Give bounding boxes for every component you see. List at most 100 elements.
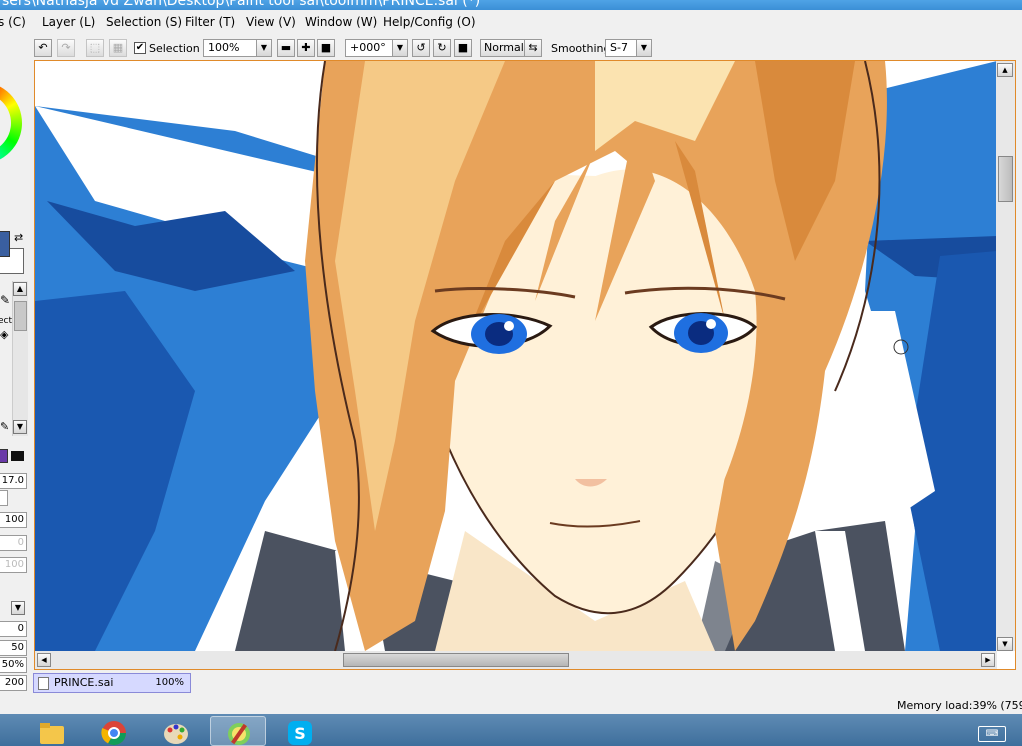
min-density-field[interactable]: 50	[0, 640, 27, 656]
scroll-up-button[interactable]: ▲	[997, 63, 1013, 77]
redo-icon: ↷	[61, 41, 71, 54]
chevron-right-icon: ▶	[985, 656, 991, 664]
selection-checkbox[interactable]: ✔	[134, 42, 146, 54]
paint-tool-sai-window: sers\Nathasja vd Zwan\Desktop\Paint tool…	[0, 0, 1022, 746]
zoom-select[interactable]: 100% ▼	[203, 39, 272, 57]
smoothing-value: S-7	[610, 41, 628, 54]
menu-view[interactable]: View (V)	[246, 15, 296, 29]
taskbar-explorer[interactable]	[24, 716, 80, 746]
menu-bar: s (C) Layer (L) Selection (S) Filter (T)…	[0, 12, 1022, 34]
rotate-left-button[interactable]: ↺	[412, 39, 430, 57]
scroll-down-button[interactable]: ▼	[13, 420, 27, 434]
brush-texture-swatch[interactable]	[11, 451, 24, 461]
brush-shape-swatch[interactable]	[0, 449, 8, 463]
tool-label: ect	[0, 316, 13, 326]
zoom-reset-button[interactable]: ■	[317, 39, 335, 57]
taskbar-chrome[interactable]	[86, 716, 142, 746]
zoom-in-button[interactable]: ✚	[297, 39, 315, 57]
primary-color-swatch[interactable]	[0, 231, 10, 257]
dilution-field[interactable]: 100	[0, 557, 27, 573]
rotation-value: +000°	[350, 41, 386, 54]
flip-horizontal-button[interactable]: ⇆	[524, 39, 542, 57]
chrome-icon	[101, 721, 126, 746]
square-icon: ■	[320, 41, 332, 54]
vertical-scroll-thumb[interactable]	[998, 156, 1013, 202]
menu-layer[interactable]: Layer (L)	[42, 15, 95, 29]
min-size-field[interactable]: 0	[0, 621, 27, 637]
window-title: sers\Nathasja vd Zwan\Desktop\Paint tool…	[2, 0, 481, 9]
memory-load: Memory load:39% (759MB	[897, 699, 1022, 712]
pen-tool-icon[interactable]: ✎	[0, 420, 9, 433]
square-icon: ■	[457, 41, 469, 54]
brush-size-value: 17.0	[1, 475, 24, 486]
menu-help-config[interactable]: Help/Config (O)	[383, 15, 476, 29]
brush-tool-icon[interactable]: ✎	[0, 293, 10, 307]
canvas-vertical-scrollbar[interactable]	[996, 61, 1015, 651]
zoom-out-button[interactable]: ▬	[277, 39, 295, 57]
swap-colors-icon[interactable]: ⇄	[14, 231, 23, 244]
chevron-down-icon: ▼	[392, 40, 407, 56]
skype-icon: S	[288, 721, 312, 745]
rotation-reset-button[interactable]: ■	[454, 39, 472, 57]
deselect-button[interactable]: ⬚	[86, 39, 104, 57]
chevron-down-icon: ▼	[14, 603, 22, 612]
blend-mode-button[interactable]: Normal	[480, 39, 528, 57]
canvas-horizontal-scrollbar[interactable]: ◀ ▶	[35, 651, 997, 669]
hardness-field[interactable]: 200	[0, 675, 27, 691]
color-wheel[interactable]	[0, 82, 22, 164]
document-name: PRINCE.sai	[54, 676, 114, 689]
selection-label: Selection	[149, 42, 200, 55]
chevron-up-icon: ▲	[1002, 66, 1008, 74]
keyboard-icon[interactable]: ⌨	[978, 726, 1006, 742]
brush-size-field[interactable]: 17.0	[0, 473, 27, 489]
chevron-down-icon: ▼	[636, 40, 651, 56]
title-bar: sers\Nathasja vd Zwan\Desktop\Paint tool…	[0, 0, 1022, 10]
max-prs-value: 50%	[1, 659, 24, 670]
canvas-artwork[interactable]	[35, 61, 997, 651]
chevron-up-icon: ▲	[16, 284, 24, 293]
invert-selection-button[interactable]: ▦	[109, 39, 127, 57]
menu-canvas[interactable]: s (C)	[0, 15, 26, 29]
document-icon	[38, 677, 49, 690]
scroll-left-button[interactable]: ◀	[37, 653, 51, 667]
eraser-tool-icon[interactable]: ◈	[0, 328, 8, 341]
rotation-select[interactable]: +000° ▼	[345, 39, 408, 57]
blending-field[interactable]: 0	[0, 535, 27, 551]
rotate-cw-icon: ↻	[437, 41, 447, 54]
taskbar-paint-tool-sai[interactable]	[210, 716, 266, 746]
density-value: 100	[4, 514, 24, 525]
menu-filter[interactable]: Filter (T)	[185, 15, 235, 29]
folder-icon	[40, 723, 64, 744]
menu-window[interactable]: Window (W)	[305, 15, 377, 29]
redo-button[interactable]: ↷	[57, 39, 75, 57]
max-prs-field[interactable]: 50%	[0, 657, 27, 673]
tool-list-scroll-thumb[interactable]	[14, 301, 27, 331]
canvas-area[interactable]: ▲ ▼ ◀ ▶	[34, 60, 1016, 670]
scroll-down-button[interactable]: ▼	[997, 637, 1013, 651]
smoothing-select[interactable]: S-7 ▼	[605, 39, 652, 57]
plus-icon: ✚	[301, 41, 311, 54]
horizontal-scroll-thumb[interactable]	[343, 653, 569, 667]
undo-button[interactable]: ↶	[34, 39, 52, 57]
scroll-up-button[interactable]: ▲	[13, 282, 27, 296]
taskbar-skype[interactable]: S	[272, 716, 328, 746]
checkmark-icon: ✔	[135, 42, 145, 53]
density-field[interactable]: 100	[0, 512, 27, 528]
scroll-right-button[interactable]: ▶	[981, 653, 995, 667]
rotate-ccw-icon: ↺	[416, 41, 426, 54]
hardness-value: 200	[4, 677, 24, 688]
smoothing-label: Smoothing	[551, 42, 611, 55]
chevron-down-icon: ▼	[16, 422, 24, 431]
size-multiplier-field[interactable]	[0, 490, 8, 506]
taskbar-paint[interactable]	[148, 716, 204, 746]
chevron-left-icon: ◀	[41, 656, 47, 664]
advanced-settings-toggle[interactable]: ▼	[11, 601, 25, 615]
paint-palette-icon	[164, 724, 188, 744]
tool-list-scrollbar[interactable]	[12, 281, 28, 436]
minus-icon: ▬	[280, 41, 292, 54]
status-bar: Memory load:39% (759MB	[0, 695, 1022, 715]
menu-selection[interactable]: Selection (S)	[106, 15, 182, 29]
rotate-right-button[interactable]: ↻	[433, 39, 451, 57]
document-tab[interactable]: PRINCE.sai 100%	[33, 673, 191, 693]
paint-tool-sai-icon	[228, 723, 250, 745]
